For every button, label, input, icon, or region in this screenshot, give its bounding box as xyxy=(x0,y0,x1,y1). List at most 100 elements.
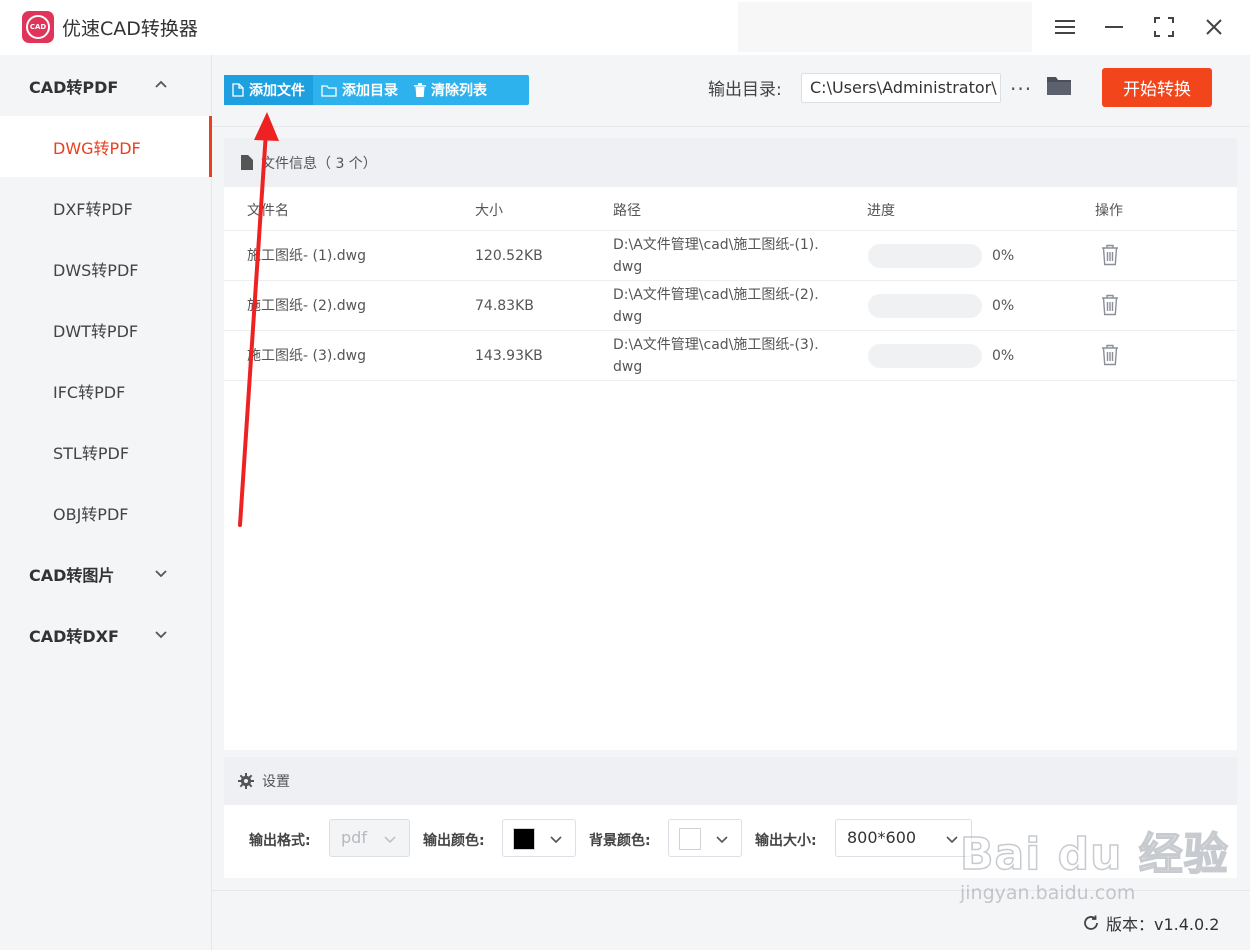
table-row[interactable]: 施工图纸- (3).dwg 143.93KB D:\A文件管理\cad\施工图纸… xyxy=(224,331,1237,381)
file-info-header: 文件信息（ 3 个） xyxy=(224,138,1237,187)
fullscreen-icon xyxy=(1154,17,1174,37)
table-row[interactable]: 施工图纸- (1).dwg 120.52KB D:\A文件管理\cad\施工图纸… xyxy=(224,231,1237,281)
fullscreen-button[interactable] xyxy=(1149,12,1179,42)
gear-icon xyxy=(238,773,254,789)
file-path: D:\A文件管理\cad\施工图纸-(3).dwg xyxy=(613,337,819,375)
file-name: 施工图纸- (2).dwg xyxy=(247,298,367,314)
nav-group-cad-to-pdf[interactable]: CAD转PDF xyxy=(0,56,212,116)
output-dir-label: 输出目录: xyxy=(708,80,782,100)
file-name: 施工图纸- (1).dwg xyxy=(247,248,367,264)
version-info[interactable]: 版本：v1.4.0.2 xyxy=(1082,911,1219,935)
output-dir-field[interactable]: C:\Users\Administrator\ xyxy=(801,73,1001,103)
nav-group-cad-to-dxf[interactable]: CAD转DXF xyxy=(0,605,212,665)
sidebar-item-label: DWS转PDF xyxy=(53,260,139,280)
progress-percent: 0% xyxy=(992,348,1015,364)
chevron-up-icon xyxy=(155,80,167,88)
nav-group-label: CAD转DXF xyxy=(29,627,119,646)
sidebar-item-stl-to-pdf[interactable]: STL转PDF xyxy=(0,421,212,482)
clear-list-label: 清除列表 xyxy=(431,83,487,99)
close-button[interactable] xyxy=(1199,12,1229,42)
output-color-picker[interactable] xyxy=(502,819,576,857)
progress-bar xyxy=(868,344,982,368)
more-options-button[interactable]: ··· xyxy=(1010,77,1032,101)
file-size: 120.52KB xyxy=(475,248,543,264)
trash-icon xyxy=(414,83,426,97)
sidebar-item-dxf-to-pdf[interactable]: DXF转PDF xyxy=(0,177,212,238)
chevron-down-icon xyxy=(716,836,728,844)
column-header-name[interactable]: 文件名 xyxy=(247,200,289,220)
nav-group-cad-to-image[interactable]: CAD转图片 xyxy=(0,544,212,604)
output-color-label: 输出颜色: xyxy=(423,833,485,849)
file-name: 施工图纸- (3).dwg xyxy=(247,348,367,364)
chevron-down-icon xyxy=(155,631,167,639)
column-header-size[interactable]: 大小 xyxy=(475,200,503,220)
trash-icon xyxy=(1102,294,1118,316)
version-text: 版本：v1.4.0.2 xyxy=(1106,915,1220,934)
sidebar: CAD转PDF DWG转PDF DXF转PDF DWS转PDF DWT转PDF … xyxy=(0,55,212,950)
clear-list-button[interactable]: 清除列表 xyxy=(406,75,495,105)
add-file-button[interactable]: 添加文件 xyxy=(224,75,313,105)
chevron-down-icon xyxy=(946,836,958,844)
refresh-icon xyxy=(1084,915,1098,930)
title-bar-blank-area xyxy=(738,2,1032,52)
file-size: 143.93KB xyxy=(475,348,543,364)
menu-icon xyxy=(1055,20,1075,34)
output-size-label: 输出大小: xyxy=(755,833,817,849)
output-size-select[interactable]: 800*600 xyxy=(835,819,972,857)
output-size-value: 800*600 xyxy=(847,828,917,847)
file-count-title: 文件信息（ 3 个） xyxy=(261,155,377,172)
sidebar-item-dwg-to-pdf[interactable]: DWG转PDF xyxy=(0,116,212,177)
folder-outline-icon xyxy=(321,84,337,97)
minimize-icon xyxy=(1105,26,1123,28)
table-row[interactable]: 施工图纸- (2).dwg 74.83KB D:\A文件管理\cad\施工图纸-… xyxy=(224,281,1237,331)
sidebar-item-obj-to-pdf[interactable]: OBJ转PDF xyxy=(0,482,212,543)
add-folder-label: 添加目录 xyxy=(342,83,398,99)
add-folder-button[interactable]: 添加目录 xyxy=(313,75,406,105)
background-color-swatch xyxy=(679,828,701,850)
minimize-button[interactable] xyxy=(1099,12,1129,42)
file-size: 74.83KB xyxy=(475,298,534,314)
nav-group-label: CAD转PDF xyxy=(29,78,119,97)
menu-button[interactable] xyxy=(1050,12,1080,42)
sidebar-item-label: DWG转PDF xyxy=(53,138,141,158)
file-path: D:\A文件管理\cad\施工图纸-(2).dwg xyxy=(613,287,819,325)
column-header-action: 操作 xyxy=(1095,203,1123,219)
sidebar-item-dwt-to-pdf[interactable]: DWT转PDF xyxy=(0,299,212,360)
start-convert-button[interactable]: 开始转换 xyxy=(1102,68,1212,107)
output-format-value: pdf xyxy=(341,828,367,847)
sidebar-item-dws-to-pdf[interactable]: DWS转PDF xyxy=(0,238,212,299)
title-bar: CAD 优速CAD转换器 xyxy=(0,0,1250,55)
delete-row-button[interactable] xyxy=(1101,244,1119,270)
watermark-logo: Bai du 经验 xyxy=(959,828,1229,881)
chevron-down-icon xyxy=(155,570,167,578)
background-color-label: 背景颜色: xyxy=(589,833,651,849)
trash-icon xyxy=(1102,344,1118,366)
watermark-url: jingyan.baidu.com xyxy=(960,882,1136,904)
app-logo-text: CAD xyxy=(29,23,47,31)
chevron-down-icon xyxy=(384,836,396,844)
document-icon xyxy=(241,155,253,170)
toolbar: 添加文件 添加目录 清除列表 输出目录: C:\Users\Administra… xyxy=(212,55,1250,127)
progress-bar xyxy=(868,244,982,268)
sidebar-item-label: OBJ转PDF xyxy=(53,504,129,524)
sidebar-item-ifc-to-pdf[interactable]: IFC转PDF xyxy=(0,360,212,421)
watermark: Bai du 经验 jingyan.baidu.com xyxy=(959,818,1229,904)
close-icon xyxy=(1206,19,1222,35)
trash-icon xyxy=(1102,244,1118,266)
column-header-path[interactable]: 路径 xyxy=(613,200,641,220)
output-format-select: pdf xyxy=(329,819,410,857)
delete-row-button[interactable] xyxy=(1101,344,1119,370)
file-list-panel: 文件信息（ 3 个） 文件名 大小 路径 进度 操作 施工图纸- (1).dwg… xyxy=(224,138,1237,750)
delete-row-button[interactable] xyxy=(1101,294,1119,320)
settings-title: 设置 xyxy=(262,774,290,790)
file-actions-group: 添加文件 添加目录 清除列表 xyxy=(224,75,529,105)
file-icon xyxy=(232,83,244,97)
output-color-swatch xyxy=(513,828,535,850)
progress-bar xyxy=(868,294,982,318)
add-file-label: 添加文件 xyxy=(249,83,305,99)
sidebar-item-label: DXF转PDF xyxy=(53,199,133,219)
column-header-progress[interactable]: 进度 xyxy=(867,200,895,220)
nav-group-label: CAD转图片 xyxy=(29,566,115,585)
background-color-picker[interactable] xyxy=(668,819,742,857)
open-folder-button[interactable] xyxy=(1046,74,1072,100)
